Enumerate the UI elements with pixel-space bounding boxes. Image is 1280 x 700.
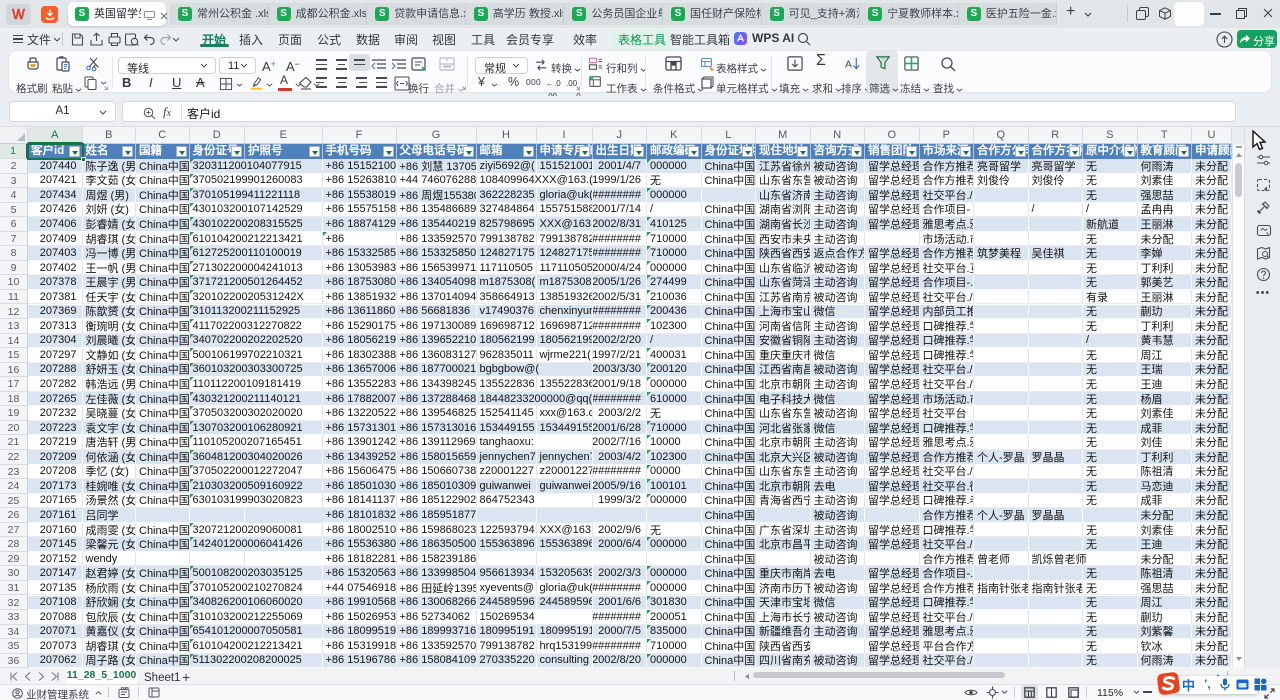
svg-text:中: 中 — [1182, 679, 1195, 692]
svg-text:A: A — [845, 59, 852, 70]
